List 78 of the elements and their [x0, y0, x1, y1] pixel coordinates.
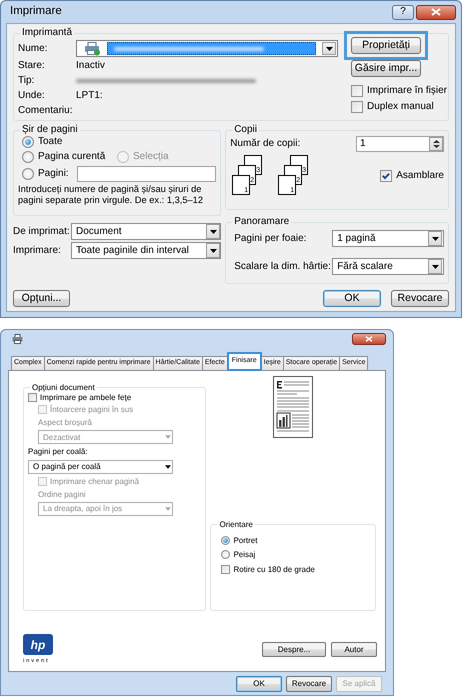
- copies-spinner[interactable]: 1: [356, 136, 444, 152]
- radio-icon[interactable]: [22, 136, 34, 148]
- field-value: Inactiv: [76, 60, 105, 72]
- dropdown[interactable]: Document: [71, 223, 222, 240]
- caret-icon: [428, 231, 442, 246]
- button[interactable]: Revocare: [286, 676, 332, 692]
- radio-button[interactable]: Portret: [221, 536, 372, 546]
- radio-button[interactable]: Peisaj: [221, 550, 372, 560]
- spinner-arrows-icon[interactable]: [429, 137, 443, 151]
- group-label: Șir de pagini: [21, 124, 79, 136]
- caret-icon: [322, 42, 336, 55]
- field-label: De imprimat:: [13, 226, 71, 238]
- checkbox[interactable]: Asamblare: [380, 170, 444, 182]
- field-label: Comentariu:: [18, 104, 74, 116]
- field-label: Tip:: [18, 74, 36, 86]
- group-label: Panoramare: [233, 216, 290, 228]
- button[interactable]: Proprietăți: [351, 37, 421, 54]
- printer-icon: [12, 334, 23, 344]
- checkbox[interactable]: Imprimare în fișier: [351, 85, 448, 97]
- window-title: Imprimare: [10, 5, 63, 19]
- caret-icon: [206, 243, 220, 258]
- dropdown[interactable]: O pagină per coală: [28, 460, 173, 474]
- button[interactable]: OK: [323, 290, 381, 307]
- close-button[interactable]: [352, 333, 386, 345]
- close-button[interactable]: [416, 4, 456, 20]
- field-label: Ordine pagini: [38, 490, 87, 500]
- button[interactable]: Găsire impr...: [351, 60, 421, 77]
- caret-icon: [206, 224, 220, 239]
- group-label: Orientare: [218, 520, 254, 530]
- dropdown[interactable]: Fără scalare: [332, 258, 444, 275]
- radio-button[interactable]: Pagini:: [22, 168, 77, 180]
- radio-icon[interactable]: [221, 536, 230, 545]
- checkbox-icon[interactable]: [28, 392, 37, 402]
- pages-input-field[interactable]: [77, 166, 216, 182]
- radio-icon[interactable]: [22, 151, 34, 163]
- field-label: Nume:: [18, 42, 48, 54]
- group-label: Copii: [233, 124, 258, 136]
- printer-icon: [84, 42, 101, 56]
- button[interactable]: Revocare: [391, 290, 449, 307]
- hint-text: Introduceți numere de pagină și/sau șiruri de pagini separate prin virgule. De ex.: 1,3,5–12: [18, 184, 204, 206]
- group-label: Imprimantă: [21, 27, 74, 39]
- radio-button[interactable]: Pagina curentă: [22, 151, 117, 163]
- caret-icon: [428, 259, 442, 274]
- field-label: Pagini per coală:: [28, 447, 89, 457]
- button[interactable]: Despre...: [262, 642, 326, 657]
- checkbox-icon[interactable]: [351, 101, 363, 113]
- checkbox[interactable]: Rotire cu 180 de grade: [221, 564, 372, 574]
- field-label: Număr de copii:: [230, 138, 300, 150]
- page-preview-drawing: [273, 376, 314, 438]
- caret-icon: [165, 464, 171, 469]
- field-value: LPT1:: [76, 90, 103, 102]
- checkbox-icon[interactable]: [351, 85, 363, 97]
- group-label: Opțiuni document: [31, 383, 96, 393]
- button[interactable]: Autor: [331, 642, 377, 657]
- checkbox-icon[interactable]: [221, 565, 230, 574]
- dropdown[interactable]: Toate paginile din interval: [71, 242, 222, 259]
- field-label: Stare:: [18, 60, 46, 72]
- field-label: Aspect broșură: [38, 418, 93, 428]
- radio-icon[interactable]: [22, 168, 34, 180]
- caret-icon: [165, 435, 171, 440]
- field-label: Pagini per foaie:: [233, 232, 308, 244]
- logo: hp: [23, 634, 53, 656]
- help-button[interactable]: ?: [392, 4, 414, 20]
- close-icon: [431, 8, 441, 16]
- caret-icon: [165, 507, 171, 512]
- dropdown[interactable]: 1 pagină: [332, 230, 444, 247]
- button[interactable]: Opțuni...: [13, 290, 70, 307]
- checkbox[interactable]: Duplex manual: [351, 101, 448, 113]
- checkbox[interactable]: Imprimare pe ambele fețe: [28, 392, 201, 402]
- close-icon: [365, 336, 373, 342]
- printer-dropdown[interactable]: [76, 40, 338, 57]
- field-label: Unde:: [18, 90, 46, 102]
- radio-icon[interactable]: [221, 550, 230, 560]
- button[interactable]: OK: [236, 676, 282, 692]
- checkbox-icon[interactable]: [380, 170, 392, 182]
- field-label: Scalare la dim. hârtie:: [233, 260, 332, 272]
- field-label: Imprimare:: [13, 244, 62, 256]
- radio-button[interactable]: Toate: [22, 136, 216, 148]
